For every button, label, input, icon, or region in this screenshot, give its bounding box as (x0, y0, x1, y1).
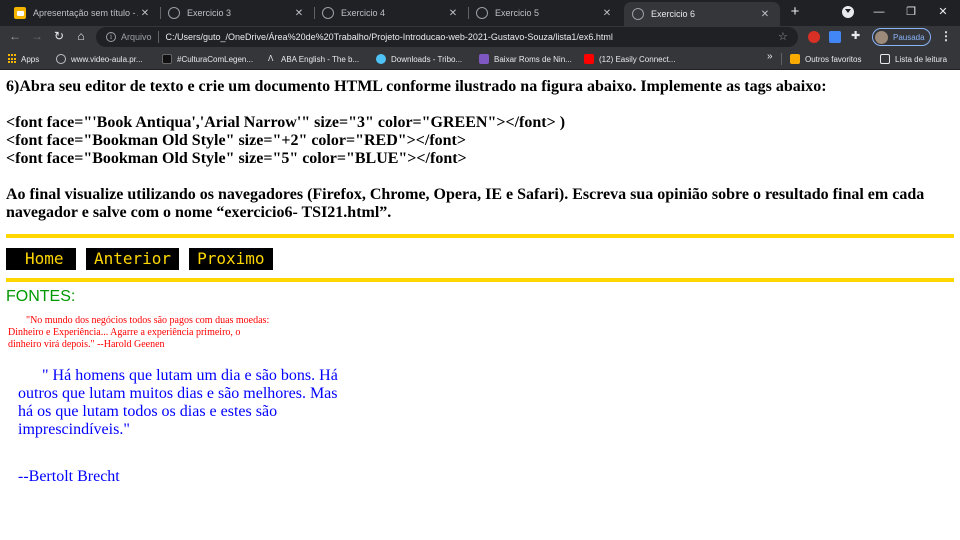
url-text[interactable]: C:/Users/guto_/OneDrive/Área%20de%20Trab… (166, 32, 613, 42)
download-site-icon (376, 54, 386, 64)
close-icon[interactable]: ✕ (758, 9, 772, 20)
restore-icon[interactable]: ❐ (896, 0, 926, 24)
back-icon[interactable]: ← (6, 27, 24, 45)
quote-blue-text: " Há homens que lutam um dia e são bons.… (18, 367, 338, 438)
bookmark-apps[interactable]: Apps (8, 52, 39, 66)
bookmark-downloads[interactable]: Downloads - Tribo... (376, 52, 462, 66)
bookmark-cultura[interactable]: #CulturaComLegen... (162, 52, 253, 66)
bookmark-roms[interactable]: Baixar Roms de Nin... (479, 52, 572, 66)
close-icon[interactable]: ✕ (292, 8, 306, 19)
site-icon (162, 54, 172, 64)
tab-exercicio-6[interactable]: Exercicio 6 ✕ (624, 2, 780, 26)
address-bar[interactable]: i Arquivo C:/Users/guto_/OneDrive/Área%2… (96, 27, 798, 47)
roms-icon (479, 54, 489, 64)
close-icon[interactable]: ✕ (446, 8, 460, 19)
previous-link[interactable]: Anterior (86, 248, 180, 270)
yellow-divider (6, 234, 954, 238)
tab-title: Exercicio 4 (341, 8, 386, 18)
bookmarks-divider (781, 53, 782, 65)
tab-title: Exercicio 6 (651, 9, 696, 19)
kebab-menu-icon[interactable]: ⋮ (940, 29, 952, 43)
browser-toolbar: ← → ↻ ⌂ i Arquivo C:/Users/guto_/OneDriv… (0, 26, 960, 48)
folder-icon (790, 54, 800, 64)
close-icon[interactable]: ✕ (600, 8, 614, 19)
yellow-divider (6, 278, 954, 282)
bookmark-label: Baixar Roms de Nin... (494, 54, 572, 64)
reading-list-icon (880, 54, 890, 64)
bookmark-label: www.video-aula.pr... (71, 54, 143, 64)
extension-translate-icon[interactable] (829, 31, 841, 43)
forward-icon[interactable]: → (28, 27, 46, 45)
apps-icon (8, 54, 16, 64)
final-instruction-text: Ao final visualize utilizando os navegad… (6, 186, 925, 221)
tab-search-icon[interactable] (842, 6, 854, 18)
avatar (875, 30, 888, 44)
close-icon[interactable]: ✕ (138, 8, 152, 19)
reading-list-button[interactable]: Lista de leitura (880, 52, 947, 66)
reload-icon[interactable]: ↻ (50, 27, 68, 45)
profile-status-label: Pausada (893, 32, 925, 42)
quote-red-text: "No mundo dos negócios todos são pagos c… (8, 315, 270, 350)
tab-title: Exercicio 3 (187, 8, 232, 18)
globe-icon (56, 54, 66, 64)
slides-icon (14, 7, 26, 19)
extension-red-icon[interactable] (808, 31, 820, 43)
page-nav: Home Anterior Proximo (6, 248, 954, 270)
info-icon[interactable]: i (106, 32, 116, 42)
bookmark-easily-connect[interactable]: (12) Easily Connect... (584, 52, 675, 66)
tab-strip: Apresentação sem título - Ap ✕ Exercicio… (0, 0, 960, 26)
tag-line-green: <font face="'Book Antiqua','Arial Narrow… (6, 114, 566, 131)
globe-icon (168, 7, 180, 19)
bookmark-label: ABA English - The b... (281, 54, 360, 64)
page-viewport[interactable]: 6)Abra seu editor de texto e crie um doc… (0, 70, 960, 540)
tag-line-blue: <font face="Bookman Old Style" size="5" … (6, 150, 467, 167)
profile-button[interactable]: Pausada (872, 28, 931, 46)
globe-icon (476, 7, 488, 19)
tab-exercicio-5[interactable]: Exercicio 5 ✕ (468, 2, 622, 24)
aba-icon: Λ (268, 54, 274, 63)
tab-title: Exercicio 5 (495, 8, 540, 18)
bookmarks-bar: Apps www.video-aula.pr... #CulturaComLeg… (0, 48, 960, 70)
bookmark-label: Apps (21, 54, 40, 64)
instruction-text: 6)Abra seu editor de texto e crie um doc… (6, 78, 827, 95)
extensions-puzzle-icon[interactable]: ✚ (851, 29, 860, 42)
quote-red: "No mundo dos negócios todos são pagos c… (6, 315, 276, 351)
quote-blue: " Há homens que lutam um dia e são bons.… (6, 367, 356, 439)
new-tab-button[interactable]: + (786, 3, 804, 21)
bookmark-aba-english[interactable]: Λ ABA English - The b... (268, 52, 359, 66)
page-content: 6)Abra seu editor de texto e crie um doc… (0, 70, 960, 486)
globe-icon (322, 7, 334, 19)
youtube-icon (584, 54, 594, 64)
bookmark-label: Outros favoritos (805, 54, 862, 64)
bookmark-star-icon[interactable]: ☆ (778, 30, 788, 43)
tab-exercicio-4[interactable]: Exercicio 4 ✕ (314, 2, 468, 24)
bookmark-video-aula[interactable]: www.video-aula.pr... (56, 52, 143, 66)
home-icon[interactable]: ⌂ (72, 27, 90, 45)
bookmark-label: #CulturaComLegen... (177, 54, 254, 64)
bookmark-label: Downloads - Tribo... (391, 54, 463, 64)
omnibox-divider (157, 31, 159, 43)
tab-title: Apresentação sem título - Ap (33, 8, 138, 18)
globe-icon (632, 8, 644, 20)
window-close-icon[interactable]: ✕ (928, 0, 958, 24)
next-link[interactable]: Proximo (189, 248, 273, 270)
bookmark-other-favorites[interactable]: Outros favoritos (790, 52, 861, 66)
minimize-icon[interactable]: — (864, 0, 894, 24)
tab-exercicio-3[interactable]: Exercicio 3 ✕ (160, 2, 314, 24)
scheme-label: Arquivo (121, 32, 152, 42)
bookmarks-overflow-button[interactable]: » (767, 51, 773, 62)
tab-presentation[interactable]: Apresentação sem título - Ap ✕ (6, 2, 160, 24)
tag-line-red: <font face="Bookman Old Style" size="+2"… (6, 132, 466, 149)
bookmark-label: (12) Easily Connect... (599, 54, 676, 64)
bookmark-label: Lista de leitura (895, 54, 948, 64)
fontes-heading: FONTES: (6, 288, 76, 305)
quote-blue-author: --Bertolt Brecht (18, 468, 120, 485)
home-link[interactable]: Home (6, 248, 76, 270)
